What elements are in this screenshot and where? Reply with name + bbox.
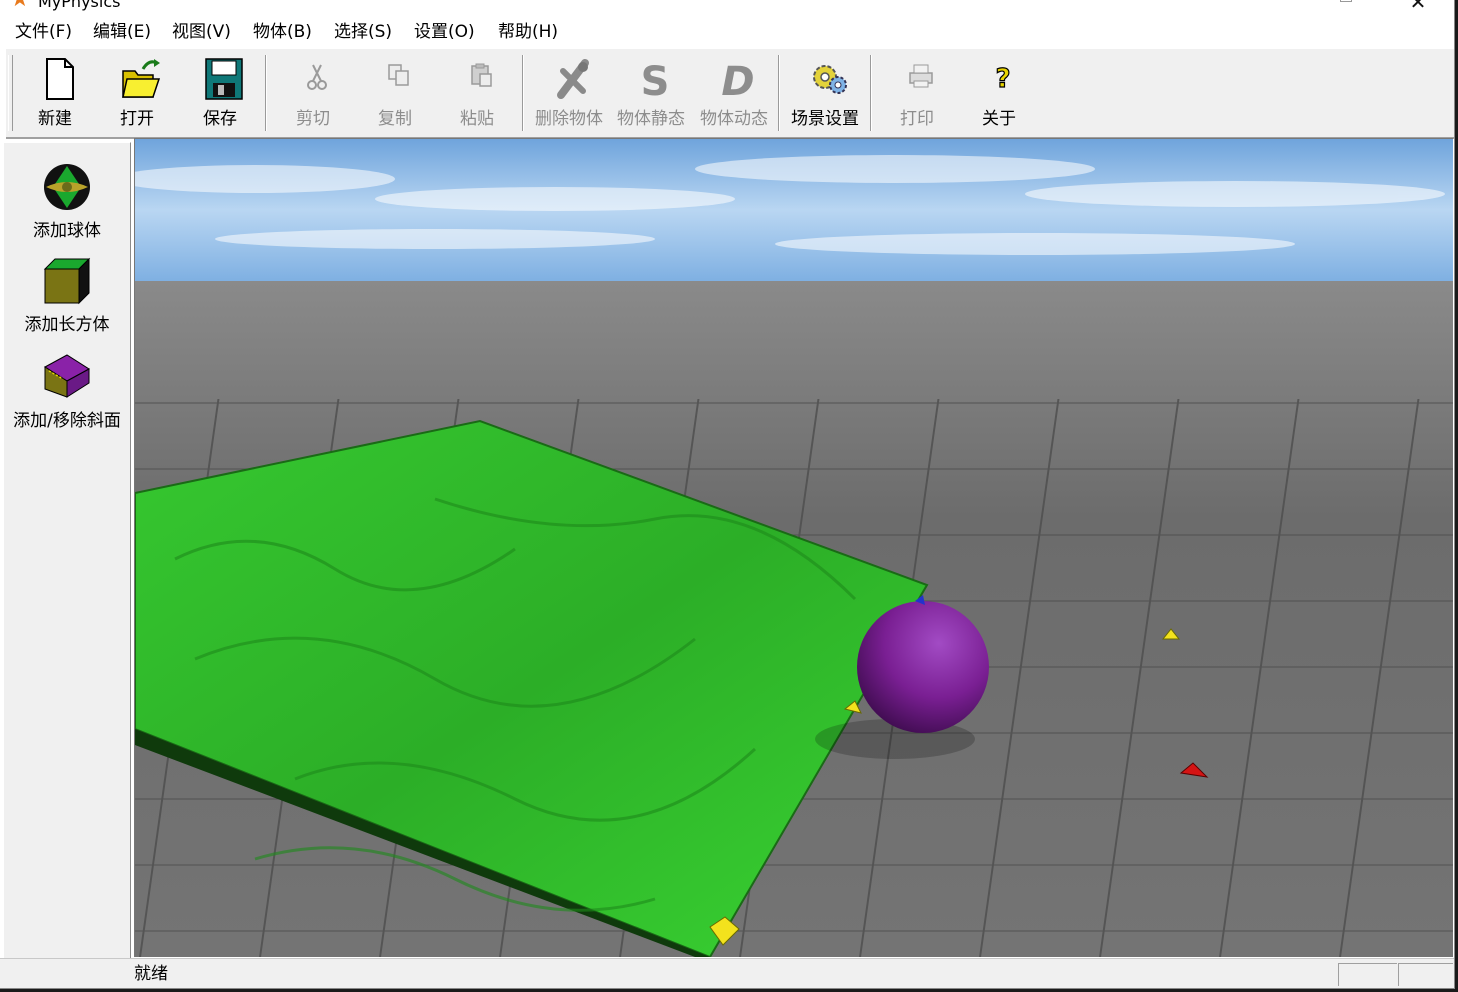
object-dynamic-button[interactable]: D 物体动态	[693, 51, 775, 135]
copy-label: 复制	[378, 109, 412, 129]
svg-text:S: S	[641, 59, 670, 101]
scene-viewport[interactable]	[134, 138, 1453, 957]
cut-button[interactable]: 剪切	[272, 51, 354, 135]
sphere-icon	[44, 164, 90, 210]
about-label: 关于	[982, 109, 1016, 129]
copy-button[interactable]: 复制	[354, 51, 436, 135]
save-label: 保存	[203, 109, 237, 129]
new-label: 新建	[38, 109, 72, 129]
help-question-icon: ?	[995, 63, 1011, 94]
title-bar: ★ MyPhysics ✕	[0, 0, 1454, 14]
menu-edit[interactable]: 编辑(E)	[93, 21, 151, 43]
dynamic-d-icon: D	[721, 59, 754, 101]
scene-settings-button[interactable]: 场景设置	[784, 51, 866, 135]
save-floppy-icon	[205, 58, 243, 100]
svg-text:?: ?	[995, 64, 1010, 94]
scissors-icon	[307, 64, 327, 90]
add-box-label: 添加长方体	[24, 315, 110, 335]
add-sphere-button[interactable]: 添加球体	[4, 161, 130, 253]
app-window: ★ MyPhysics ✕ 文件(F) 编辑(E) 视图(V) 物体(B) 选择…	[0, 0, 1455, 989]
status-bar: 就绪	[0, 958, 1454, 988]
menu-file[interactable]: 文件(F)	[15, 21, 72, 43]
copy-icon	[388, 64, 409, 86]
toolbar-separator	[870, 55, 872, 131]
delete-object-label: 删除物体	[535, 109, 603, 129]
menu-object[interactable]: 物体(B)	[253, 21, 312, 43]
new-document-icon	[46, 58, 74, 100]
object-dynamic-label: 物体动态	[700, 109, 768, 129]
paste-label: 粘贴	[460, 109, 494, 129]
add-slope-label: 添加/移除斜面	[13, 411, 121, 431]
menu-bar: 文件(F) 编辑(E) 视图(V) 物体(B) 选择(S) 设置(O) 帮助(H…	[0, 18, 1454, 46]
cut-label: 剪切	[296, 109, 330, 129]
toolbar-separator	[265, 55, 267, 131]
add-box-button[interactable]: 添加长方体	[4, 255, 130, 347]
menu-select[interactable]: 选择(S)	[334, 21, 392, 43]
menu-help[interactable]: 帮助(H)	[498, 21, 558, 43]
box-icon	[43, 257, 91, 305]
add-sphere-label: 添加球体	[33, 221, 101, 241]
scene-settings-label: 场景设置	[791, 109, 859, 129]
save-button[interactable]: 保存	[179, 51, 261, 135]
object-panel: 添加球体 添加长方体 添加/移除斜面	[4, 142, 131, 987]
toolbar-separator	[522, 55, 524, 131]
open-button[interactable]: 打开	[96, 51, 178, 135]
toolbar-separator	[778, 55, 780, 131]
object-static-label: 物体静态	[617, 109, 685, 129]
svg-text:D: D	[721, 59, 754, 101]
window-title: MyPhysics	[38, 0, 121, 11]
gears-settings-icon	[813, 65, 847, 94]
minimize-button[interactable]	[1328, 0, 1368, 10]
about-button[interactable]: ? 关于	[958, 51, 1040, 135]
print-button[interactable]: 打印	[876, 51, 958, 135]
delete-object-button[interactable]: 删除物体	[528, 51, 610, 135]
purple-sphere[interactable]	[857, 601, 989, 733]
status-pane	[1338, 963, 1397, 986]
printer-icon	[909, 64, 933, 88]
status-pane	[1398, 963, 1453, 986]
new-button[interactable]: 新建	[14, 51, 96, 135]
open-label: 打开	[120, 109, 154, 129]
toolbar-grip[interactable]	[8, 55, 13, 131]
delete-object-icon	[557, 59, 589, 99]
menu-view[interactable]: 视图(V)	[172, 21, 231, 43]
app-star-icon: ★	[10, 0, 30, 12]
paste-clipboard-icon	[471, 63, 492, 87]
toolbar: 新建 打开 保存 剪切 复制 粘贴 删除物体 S 物体静态 D 物体动态 场景设…	[6, 48, 1454, 139]
print-label: 打印	[900, 109, 934, 129]
static-s-icon: S	[641, 59, 670, 101]
paste-button[interactable]: 粘贴	[436, 51, 518, 135]
scene-canvas[interactable]	[135, 139, 1453, 957]
object-static-button[interactable]: S 物体静态	[610, 51, 692, 135]
close-button[interactable]: ✕	[1398, 0, 1438, 14]
menu-settings[interactable]: 设置(O)	[414, 21, 475, 43]
status-text: 就绪	[134, 964, 168, 984]
open-folder-icon	[122, 59, 161, 98]
slope-icon	[44, 354, 90, 398]
add-slope-button[interactable]: 添加/移除斜面	[4, 351, 130, 443]
